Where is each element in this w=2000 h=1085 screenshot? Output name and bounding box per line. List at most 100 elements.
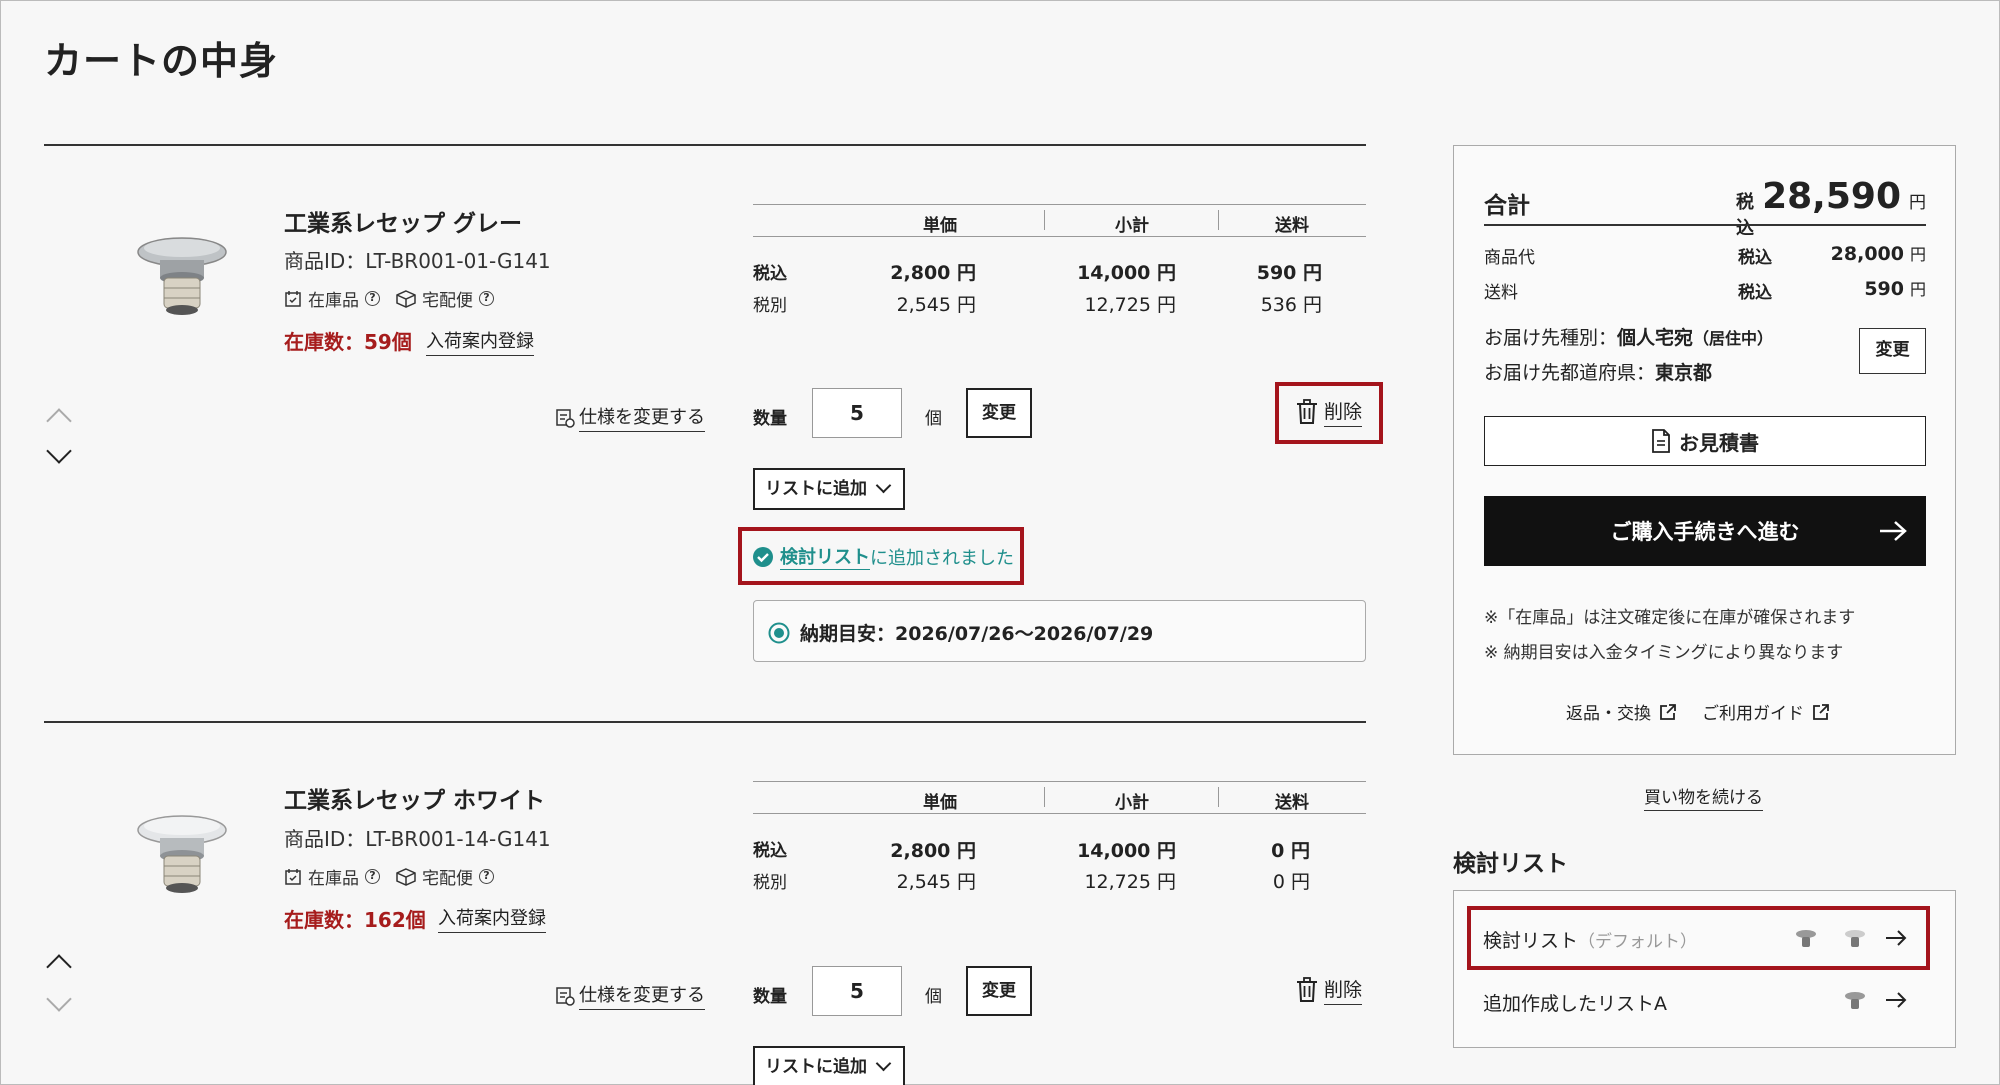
unit-price-in: 2,800 円 bbox=[890, 262, 976, 284]
add-to-list-dropdown[interactable]: リストに追加 bbox=[753, 1046, 905, 1085]
prefecture-label: お届け先都道府県： bbox=[1484, 362, 1656, 384]
document-icon bbox=[1652, 429, 1670, 453]
checkout-label: ご購入手続きへ進む bbox=[1610, 520, 1800, 544]
added-list-link[interactable]: 検討リスト bbox=[780, 543, 870, 570]
wishlist-name: 追加作成したリストA bbox=[1483, 993, 1667, 1015]
guide-label: ご利用ガイド bbox=[1702, 704, 1804, 724]
wishlist-item-default[interactable]: 検討リスト（デフォルト） bbox=[1483, 926, 1697, 953]
estimate-label: お見積書 bbox=[1679, 430, 1759, 455]
trash-icon bbox=[1297, 977, 1317, 1002]
dest-type-label: お届け先種別： bbox=[1484, 327, 1618, 349]
tax-ex-label: 税別 bbox=[753, 296, 787, 316]
destination-prefecture: お届け先都道府県：東京都 bbox=[1484, 358, 1712, 385]
in-stock-label: 在庫品 bbox=[308, 291, 359, 311]
total-yen: 円 bbox=[1909, 193, 1926, 213]
stock-count: 在庫数：162個 bbox=[284, 908, 426, 932]
guide-link[interactable]: ご利用ガイド bbox=[1702, 699, 1830, 724]
change-spec-link[interactable]: 仕様を変更する bbox=[555, 403, 705, 432]
subtotal-ex: 12,725 円 bbox=[1084, 294, 1176, 316]
product-id: 商品ID：LT-BR001-14-G141 bbox=[284, 827, 551, 851]
subtotal-in: 14,000 円 bbox=[1077, 840, 1176, 862]
col-shipping: 送料 bbox=[1275, 216, 1309, 236]
product-image[interactable] bbox=[130, 808, 234, 900]
col-subtotal: 小計 bbox=[1115, 216, 1149, 236]
quantity-input[interactable]: 5 bbox=[812, 966, 902, 1016]
total-label: 合計 bbox=[1484, 193, 1530, 219]
product-image[interactable] bbox=[130, 230, 234, 322]
arrow-right-icon[interactable] bbox=[1885, 929, 1907, 947]
stock-count: 在庫数：59個 bbox=[284, 330, 412, 354]
shipping-ex: 536 円 bbox=[1260, 294, 1322, 316]
goods-tax-label: 税込 bbox=[1738, 248, 1772, 268]
shipping-yen: 円 bbox=[1909, 280, 1926, 299]
quantity-input[interactable]: 5 bbox=[812, 388, 902, 438]
delivery-estimate-text: 納期目安：2026/07/26〜2026/07/29 bbox=[800, 623, 1154, 645]
summary-divider bbox=[1484, 224, 1926, 226]
shipping-in: 590 円 bbox=[1256, 262, 1322, 284]
goods-yen: 円 bbox=[1909, 245, 1926, 264]
table-border bbox=[753, 204, 1366, 205]
dest-type-value: 個人宅宛 bbox=[1617, 327, 1694, 349]
estimate-button[interactable]: お見積書 bbox=[1484, 416, 1926, 466]
help-icon[interactable]: ? bbox=[479, 291, 494, 306]
tax-in-label: 税込 bbox=[753, 841, 787, 861]
qty-unit: 個 bbox=[925, 409, 942, 429]
trash-icon bbox=[1297, 399, 1317, 424]
box-icon bbox=[396, 867, 416, 886]
continue-shopping-link[interactable]: 買い物を続ける bbox=[1644, 783, 1763, 811]
table-border bbox=[753, 781, 1366, 782]
delete-label: 削除 bbox=[1324, 975, 1363, 1005]
destination-change-button[interactable]: 変更 bbox=[1859, 328, 1926, 374]
table-border bbox=[753, 813, 1366, 814]
wishlist-name: 検討リスト bbox=[1483, 930, 1579, 952]
wishlist-note: （デフォルト） bbox=[1578, 932, 1698, 952]
product-tags: 在庫品 ? 宅配便 ? bbox=[284, 286, 494, 311]
destination-type: お届け先種別：個人宅宛（居住中） bbox=[1484, 323, 1773, 350]
delete-button[interactable]: 削除 bbox=[1296, 975, 1363, 1005]
tax-in-label: 税込 bbox=[753, 264, 787, 284]
product-name[interactable]: 工業系レセップ ホワイト bbox=[284, 781, 545, 815]
col-sep bbox=[1218, 210, 1219, 230]
add-to-list-label: リストに追加 bbox=[765, 1057, 867, 1077]
product-tags: 在庫品 ? 宅配便 ? bbox=[284, 864, 494, 889]
added-message-text: に追加されました bbox=[870, 547, 1014, 569]
arrow-right-icon bbox=[1880, 521, 1907, 541]
delete-button[interactable]: 削除 bbox=[1296, 397, 1363, 427]
calendar-check-icon bbox=[285, 290, 301, 307]
checkout-button[interactable]: ご購入手続きへ進む bbox=[1484, 496, 1926, 566]
in-stock-label: 在庫品 bbox=[308, 869, 359, 889]
added-to-list-message: 検討リスト に追加されました bbox=[752, 543, 1014, 570]
add-to-list-label: リストに追加 bbox=[765, 479, 867, 499]
subtotal-in: 14,000 円 bbox=[1077, 262, 1176, 284]
arrival-notice-link[interactable]: 入荷案内登録 bbox=[438, 904, 546, 933]
note-stock: ※「在庫品」は注文確定後に在庫が確保されます bbox=[1484, 608, 1856, 628]
chevron-down-icon bbox=[875, 1055, 892, 1072]
help-icon[interactable]: ? bbox=[365, 291, 380, 306]
goods-amount: 28,000 円 bbox=[1800, 241, 1926, 265]
add-to-list-dropdown[interactable]: リストに追加 bbox=[753, 468, 905, 510]
change-spec-link[interactable]: 仕様を変更する bbox=[555, 981, 705, 1010]
qty-change-button[interactable]: 変更 bbox=[966, 966, 1032, 1016]
help-icon[interactable]: ? bbox=[479, 869, 494, 884]
wishlist-item-a[interactable]: 追加作成したリストA bbox=[1483, 989, 1667, 1016]
shipping-ex: 0 円 bbox=[1272, 871, 1310, 893]
table-border bbox=[753, 236, 1366, 237]
arrow-right-icon[interactable] bbox=[1885, 991, 1907, 1009]
returns-link[interactable]: 返品・交換 bbox=[1566, 699, 1677, 724]
delete-label: 削除 bbox=[1324, 397, 1363, 427]
product-name[interactable]: 工業系レセップ グレー bbox=[284, 204, 522, 238]
spec-edit-icon bbox=[556, 986, 575, 1006]
arrival-notice-link[interactable]: 入荷案内登録 bbox=[426, 327, 534, 356]
unit-price-ex: 2,545 円 bbox=[896, 871, 976, 893]
product-thumb-icon bbox=[1845, 930, 1865, 947]
unit-price-in: 2,800 円 bbox=[890, 840, 976, 862]
prefecture-value: 東京都 bbox=[1655, 362, 1713, 384]
help-icon[interactable]: ? bbox=[365, 869, 380, 884]
unit-price-ex: 2,545 円 bbox=[896, 294, 976, 316]
qty-label: 数量 bbox=[753, 987, 787, 1007]
dest-type-note: （居住中） bbox=[1693, 329, 1774, 348]
box-icon bbox=[396, 289, 416, 308]
qty-change-button[interactable]: 変更 bbox=[966, 388, 1032, 438]
shipping-label: 送料 bbox=[1484, 283, 1518, 303]
delivery-label: 宅配便 bbox=[422, 291, 473, 311]
